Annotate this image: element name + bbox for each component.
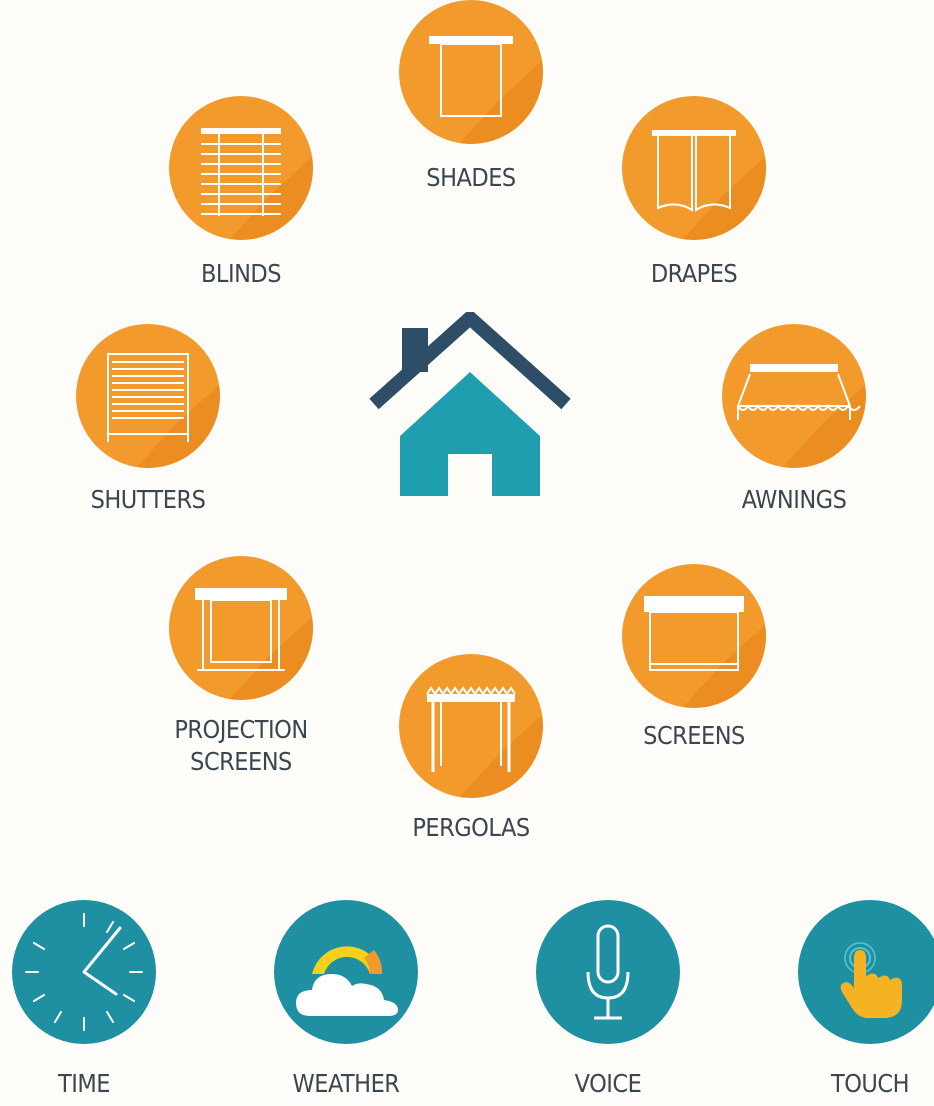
control-voice: VOICE (478, 900, 738, 1106)
awning-icon (736, 364, 861, 420)
touch-circle (798, 900, 934, 1044)
projection-label-line2: SCREENS (190, 747, 292, 776)
microphone-icon (586, 924, 630, 1020)
shutters-circle (76, 324, 220, 468)
touch-label: TOUCH (830, 1069, 910, 1098)
product-blinds: BLINDS (111, 96, 371, 326)
drapes-icon (652, 130, 736, 212)
smart-home-infographic: SHADES BLINDS DRAPES SHUTTERS AWNINGS PR… (0, 0, 934, 1106)
screen-icon (644, 596, 744, 671)
house-icon (369, 312, 571, 496)
projection-screen-icon (195, 588, 287, 671)
clock-icon (25, 913, 143, 1031)
drapes-label: DRAPES (650, 259, 738, 288)
projection-label-line1: PROJECTION (174, 715, 308, 744)
product-pergolas: PERGOLAS (341, 654, 601, 884)
pergolas-label: PERGOLAS (412, 813, 530, 842)
shutters-label: SHUTTERS (90, 485, 206, 514)
screens-label: SCREENS (643, 721, 745, 750)
product-awnings: AWNINGS (664, 324, 924, 554)
time-circle (12, 900, 156, 1044)
voice-label: VOICE (574, 1069, 642, 1098)
pergolas-circle (399, 654, 543, 798)
control-touch: TOUCH (740, 900, 934, 1106)
time-label: TIME (58, 1069, 110, 1098)
product-projection-screens: PROJECTION SCREENS (111, 556, 371, 786)
blinds-circle (169, 96, 313, 240)
screens-circle (622, 564, 766, 708)
pergola-icon (426, 686, 516, 772)
weather-icon (296, 946, 398, 1016)
shades-label: SHADES (426, 163, 516, 192)
touch-hand-icon (840, 942, 902, 1018)
weather-circle (274, 900, 418, 1044)
weather-label: WEATHER (292, 1069, 400, 1098)
projection-circle (169, 556, 313, 700)
awnings-circle (722, 324, 866, 468)
awnings-label: AWNINGS (741, 485, 847, 514)
shade-icon (429, 36, 513, 117)
product-drapes: DRAPES (564, 96, 824, 326)
shades-circle (399, 0, 543, 144)
product-shutters: SHUTTERS (18, 324, 278, 554)
shutters-icon (107, 353, 189, 442)
product-screens: SCREENS (564, 564, 824, 794)
projection-screens-label: PROJECTION SCREENS (111, 714, 371, 778)
control-time: TIME (0, 900, 214, 1106)
blinds-icon (201, 128, 281, 216)
voice-circle (536, 900, 680, 1044)
product-shades: SHADES (341, 0, 601, 230)
drapes-circle (622, 96, 766, 240)
control-weather: WEATHER (216, 900, 476, 1106)
blinds-label: BLINDS (200, 259, 282, 288)
